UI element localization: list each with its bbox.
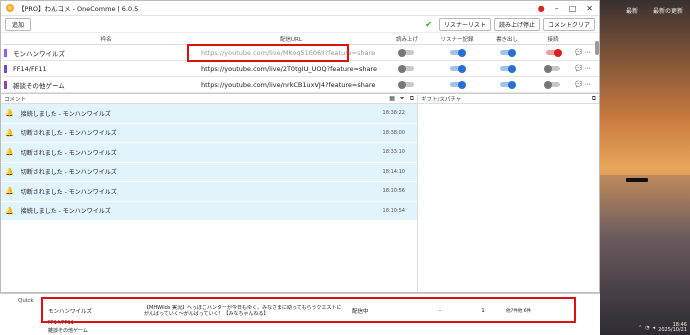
quick-label: Quick (18, 298, 34, 304)
clock-date[interactable]: 2025/10/21 (658, 327, 687, 333)
connect-toggle[interactable] (546, 48, 562, 57)
bell-icon: 🔔 (5, 167, 14, 176)
more-icon[interactable]: ⋯ (584, 65, 590, 72)
comment-item[interactable]: 🔔 切断されました - モンハンワイルズ 18:33:10 (1, 143, 417, 163)
wifi-icon[interactable]: ◔ (645, 325, 649, 331)
connect-toggle[interactable] (544, 80, 560, 89)
filter-icon[interactable]: ⏷ (400, 95, 405, 103)
listener-toggle[interactable] (450, 48, 466, 57)
sea (600, 175, 690, 334)
listener-toggle[interactable] (450, 64, 466, 73)
app-logo-icon: ◎ (6, 4, 14, 12)
window-title: 【PRO】わんコメ - OneComme | 6.0.5 (18, 5, 139, 13)
gift-pane: ギフト/スパチャ ⧉ (418, 93, 599, 292)
header-read: 読み上げ (382, 33, 432, 45)
popout-icon[interactable]: ⧉ (592, 95, 596, 103)
volume-icon[interactable]: ◂ (653, 325, 656, 331)
chat-icon[interactable]: 💬 (575, 65, 582, 72)
header-listener: リスナー記録 (432, 33, 482, 45)
comment-item[interactable]: 🔔 切断されました - モンハンワイルズ 18:38:00 (1, 123, 417, 143)
header-export: 書き出し (482, 33, 532, 45)
service-name: 雑談その他ゲーム (12, 76, 200, 93)
popout-icon[interactable]: ⧉ (410, 95, 414, 103)
color-marker (4, 64, 7, 73)
more-icon[interactable]: ⋯ (584, 81, 590, 88)
header-name: 枠名 (12, 33, 200, 45)
toolbar: 追加 ✔ リスナーリスト 読み上げ停止 コメントクリア (1, 16, 599, 33)
header-url: 配信URL (200, 33, 382, 45)
export-toggle[interactable] (500, 48, 516, 57)
bottom-next-row[interactable]: 雑談その他ゲーム (48, 327, 88, 334)
record-icon[interactable]: ● (538, 4, 545, 13)
url-field[interactable]: https://youtube.com/live/2T0tgIU_UOQ?fea… (200, 60, 382, 77)
listener-toggle[interactable] (450, 80, 466, 89)
color-marker (4, 48, 7, 57)
bell-icon: 🔔 (5, 109, 14, 118)
bell-icon: 🔔 (5, 128, 14, 137)
service-name: モンハンワイルズ (12, 44, 200, 61)
more-icon[interactable]: ⋯ (584, 49, 590, 56)
service-row[interactable]: 雑談その他ゲーム https://youtube.com/live/nrkCB1… (3, 76, 599, 93)
comment-item[interactable]: 🔔 切断されました - モンハンワイルズ 18:10:56 (1, 182, 417, 202)
url-field[interactable]: https://youtube.com/live/nrkCB1uxVJ4?fea… (200, 76, 382, 93)
comment-pane-label: コメント (4, 96, 27, 103)
export-toggle[interactable] (500, 80, 516, 89)
boat (626, 178, 648, 182)
taskbar-tray: ⌃ ◔ ◂ 18:46 2025/10/21 (600, 322, 690, 334)
minimize-icon[interactable]: – (555, 4, 559, 13)
bell-icon: 🔔 (5, 206, 14, 215)
color-marker (4, 80, 7, 89)
listener-list-button[interactable]: リスナーリスト (438, 17, 491, 31)
close-icon[interactable]: ✕ (586, 4, 593, 13)
bell-icon: 🔔 (5, 187, 14, 196)
gift-pane-label: ギフト/スパチャ (421, 96, 462, 103)
comment-item[interactable]: 🔔 切断されました - モンハンワイルズ 18:14:10 (1, 162, 417, 182)
read-toggle[interactable] (398, 80, 414, 89)
chat-icon[interactable]: 💬 (575, 49, 582, 56)
export-toggle[interactable] (500, 64, 516, 73)
calendar-icon[interactable]: ▦ (389, 95, 395, 103)
highlight-box-url (187, 44, 349, 62)
header-connect: 接続 (532, 33, 574, 45)
panes: コメント ▦ ⏷ ⧉ 🔔 接続しました - モンハンワイルズ 18:38:22 🔔 切… (1, 93, 599, 292)
service-row[interactable]: FF14/FF11 https://youtube.com/live/2T0tg… (3, 60, 599, 77)
check-icon[interactable]: ✔ (425, 20, 432, 29)
read-toggle[interactable] (398, 64, 414, 73)
service-name: FF14/FF11 (12, 60, 200, 77)
highlight-box-bottom (41, 297, 576, 323)
tray-icon[interactable]: ⌃ (638, 325, 642, 331)
desktop-icon-1[interactable]: 最新 (612, 6, 652, 15)
comment-pane: コメント ▦ ⏷ ⧉ 🔔 接続しました - モンハンワイルズ 18:38:22 🔔 切… (1, 93, 418, 292)
table-scrollbar[interactable] (595, 41, 599, 55)
comment-item[interactable]: 🔔 接続しました - モンハンワイルズ 18:38:22 (1, 104, 417, 124)
service-table: 枠名 配信URL 読み上げ リスナー記録 書き出し 接続 モンハンワイルズ ht… (3, 33, 599, 93)
titlebar: ◎ 【PRO】わんコメ - OneComme | 6.0.5 ● – □ ✕ (1, 1, 599, 16)
read-toggle[interactable] (398, 48, 414, 57)
connect-toggle[interactable] (544, 64, 560, 73)
maximize-icon[interactable]: □ (569, 4, 577, 13)
comment-item[interactable]: 🔔 接続しました - モンハンワイルズ 18:10:54 (1, 201, 417, 221)
add-button[interactable]: 追加 (5, 17, 32, 31)
chat-icon[interactable]: 💬 (575, 81, 582, 88)
bell-icon: 🔔 (5, 148, 14, 157)
stop-reading-button[interactable]: 読み上げ停止 (493, 17, 540, 31)
clear-comments-button[interactable]: コメントクリア (542, 17, 595, 31)
desktop-icon-2[interactable]: 最新の更新 (648, 6, 688, 15)
